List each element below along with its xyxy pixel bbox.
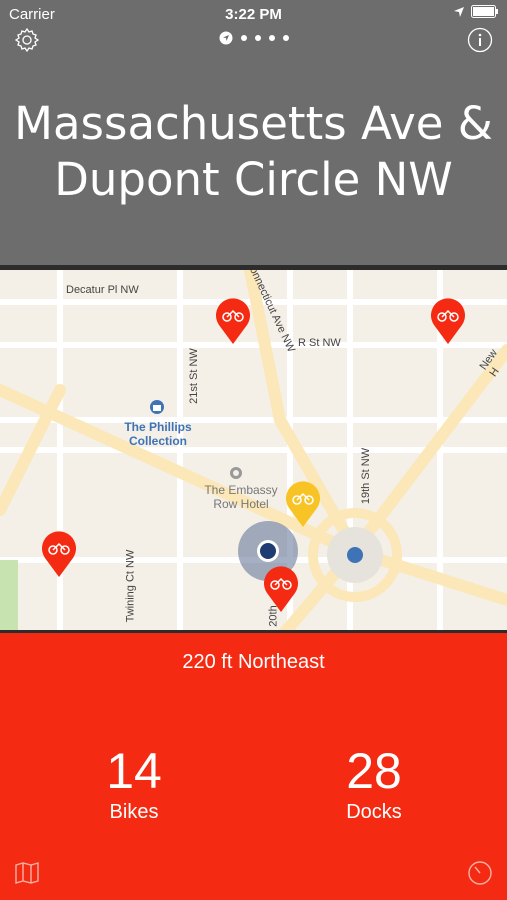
street-label: 19th St NW <box>360 447 373 505</box>
docks-stat: 28 Docks <box>294 743 454 824</box>
bikes-label: Bikes <box>109 801 159 823</box>
timer-icon[interactable] <box>467 860 493 886</box>
street-label: R St NW <box>298 337 341 349</box>
status-right <box>453 5 499 18</box>
page-dot <box>240 35 247 41</box>
location-arrow-icon <box>454 6 464 17</box>
docks-label: Docks <box>346 801 402 823</box>
station-panel: 220 ft Northeast 14 Bikes 28 Docks <box>0 633 507 900</box>
clock: 3:22 PM <box>225 6 282 23</box>
battery-icon <box>471 5 498 18</box>
poi-label: The Phillips Collection <box>124 420 192 448</box>
map-view[interactable]: Decatur Pl NW R St NW 21st St NW 19th St… <box>0 265 507 633</box>
selected-station-pin[interactable] <box>262 565 300 613</box>
station-title: Massachusetts Ave & Dupont Circle NW <box>14 97 493 206</box>
poi-label: The Embassy Row Hotel <box>204 483 278 511</box>
info-icon[interactable] <box>467 27 493 53</box>
page-indicator[interactable] <box>0 31 507 45</box>
current-location-page-icon <box>219 31 232 45</box>
bike-station-pin[interactable] <box>429 297 467 345</box>
bike-station-pin[interactable] <box>40 530 78 578</box>
page-dot <box>282 35 289 41</box>
hotel-icon <box>230 467 242 479</box>
page-dot <box>268 35 275 41</box>
street-label: Twining Ct NW <box>124 549 137 623</box>
docks-count: 28 <box>346 743 402 799</box>
status-bar: Carrier 3:22 PM <box>0 0 507 28</box>
page-dot <box>254 35 261 41</box>
distance-label: 220 ft Northeast <box>182 651 325 673</box>
bikes-stat: 14 Bikes <box>54 743 214 824</box>
bikes-count: 14 <box>106 743 162 799</box>
map-icon[interactable] <box>14 860 40 886</box>
museum-icon <box>150 400 164 414</box>
bike-station-pin[interactable] <box>214 297 252 345</box>
street-label: 21st St NW <box>187 348 200 404</box>
street-label: Decatur Pl NW <box>66 284 139 296</box>
header: Carrier 3:22 PM Massachusetts Ave & Dupo… <box>0 0 507 265</box>
